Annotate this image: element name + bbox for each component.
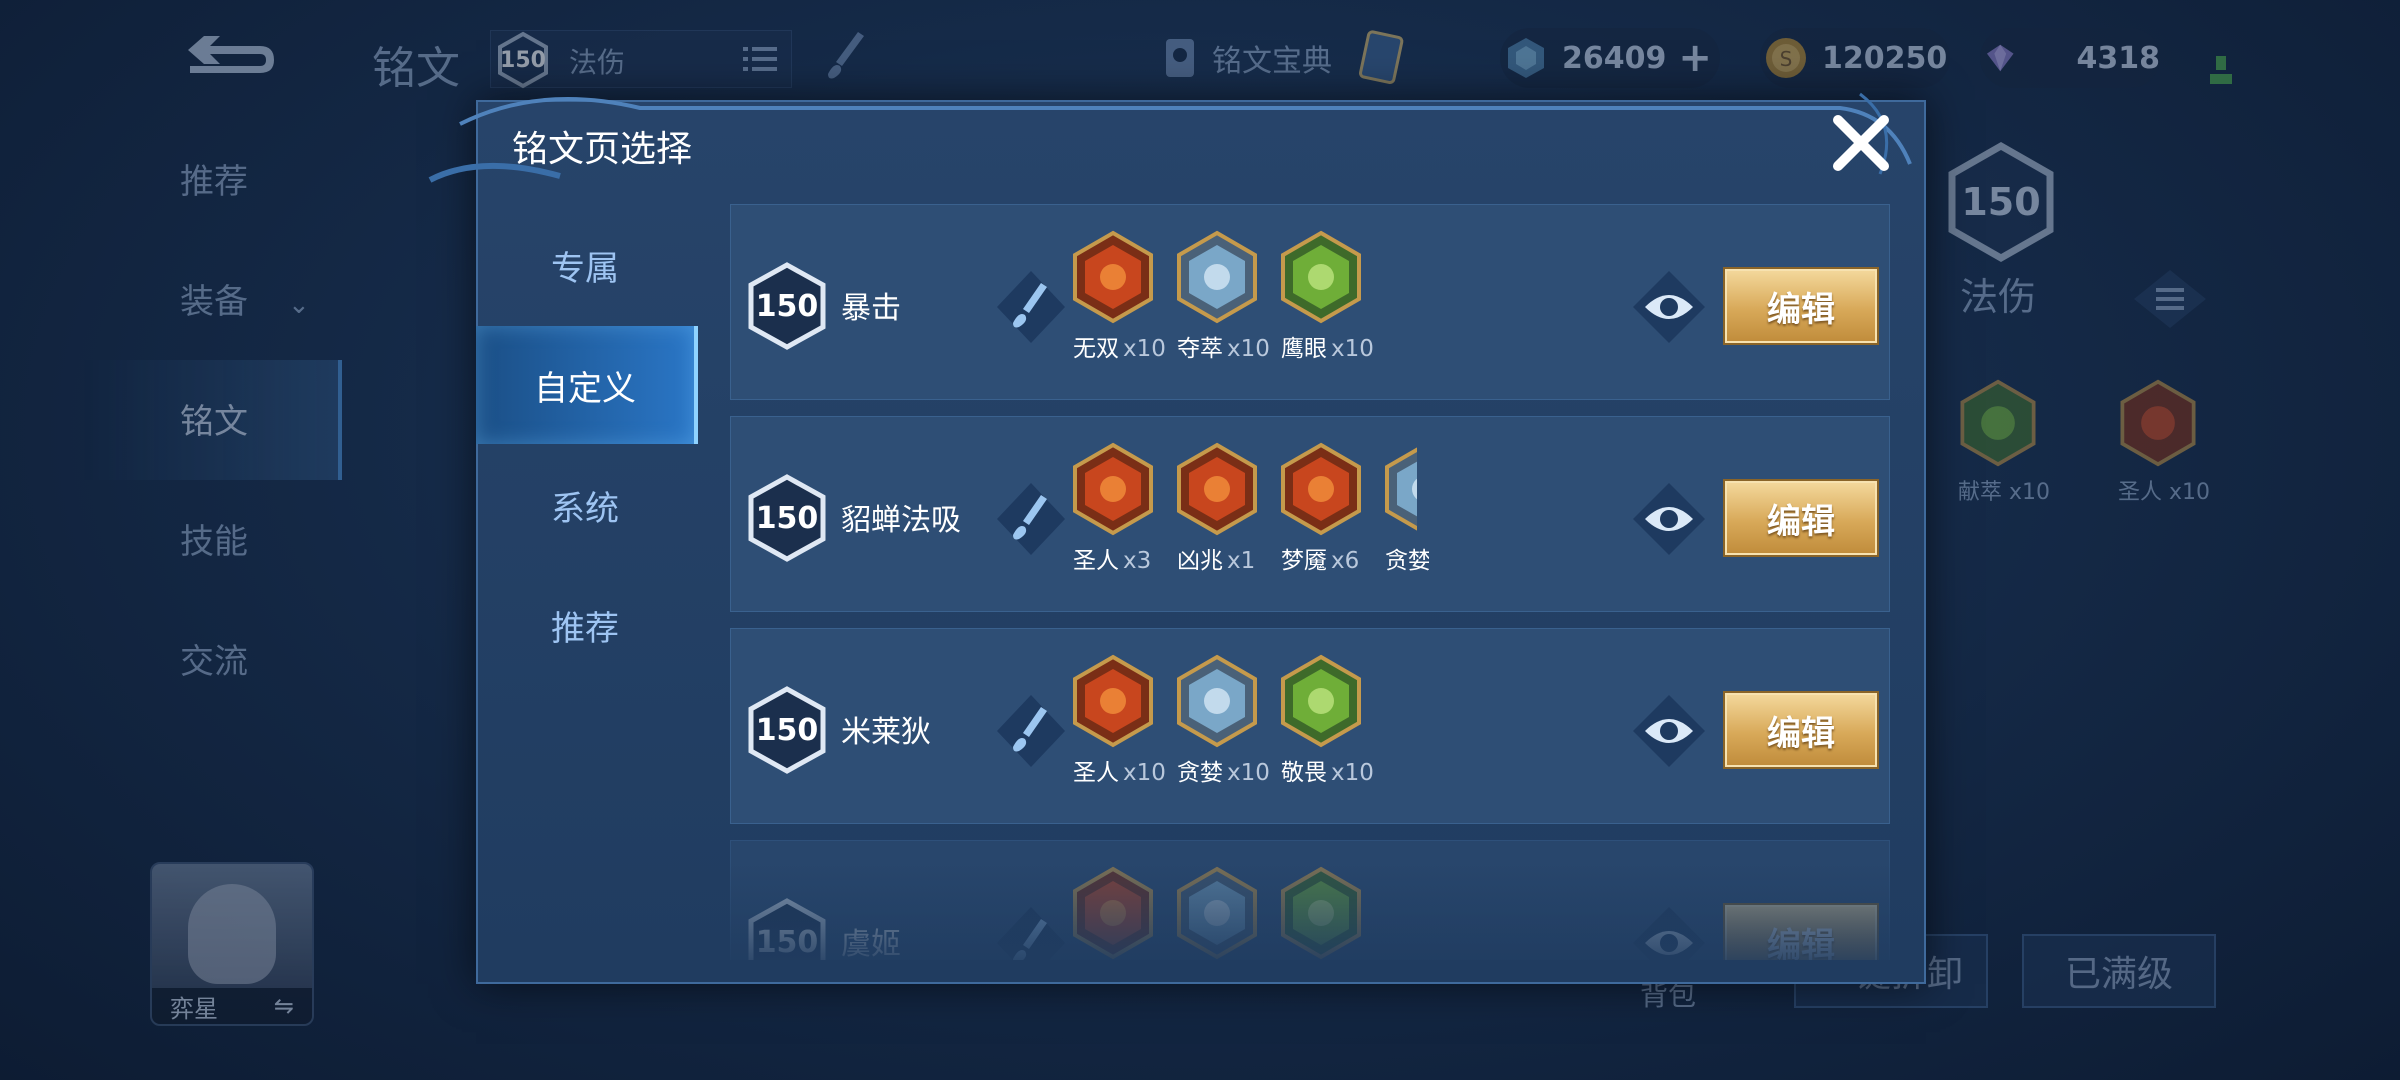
brush-icon[interactable] (993, 267, 1069, 347)
maxed-button: 已满级 (2022, 934, 2216, 1008)
green-rune-icon (1960, 379, 2036, 467)
red-rune-icon[interactable] (1175, 441, 1259, 537)
rune-label: 凶兆 x1 (1177, 548, 1256, 574)
rune-label: 夺萃 x10 (1177, 336, 1270, 362)
level-badge: 150 (747, 685, 827, 775)
rune-label: 贪婪 x10 (1177, 760, 1270, 786)
sidenav-item-chat[interactable]: 交流 (180, 634, 248, 683)
tab-exclusive[interactable]: 专属 (476, 206, 694, 324)
edit-button[interactable]: 编辑 (1725, 481, 1877, 555)
green-rune-icon[interactable] (1279, 229, 1363, 325)
rune-page-row[interactable]: 150 貂蝉法吸圣人 x3 凶兆 x1 梦魇 x6 贪婪 编辑 (730, 416, 1890, 612)
hero-name: 弈星 (170, 994, 218, 1023)
red-rune-icon[interactable] (1071, 441, 1155, 537)
right-rune-1: 献萃 x10 (1958, 378, 2050, 506)
codex-icon (1166, 39, 1194, 77)
rune-page-select[interactable]: 150 法伤 (490, 30, 792, 89)
preview-button[interactable] (1631, 905, 1707, 960)
edit-button[interactable]: 编辑 (1725, 693, 1877, 767)
level-badge: 150 (747, 261, 827, 351)
red-rune-icon[interactable] (1279, 441, 1363, 537)
brush-icon[interactable] (993, 479, 1069, 559)
rune-label: 贪婪 (1385, 548, 1429, 574)
level-badge: 150 (497, 31, 549, 89)
tab-recommend[interactable]: 推荐 (476, 566, 694, 684)
back-arrow-icon (188, 36, 274, 73)
rune-label: 圣人 x3 (1073, 548, 1152, 574)
close-icon (1833, 115, 1889, 171)
eye-icon (1633, 695, 1705, 767)
rune-label: 圣人 x10 (1073, 760, 1166, 786)
sidenav-item-runes[interactable]: 铭文 (180, 394, 248, 443)
green-rune-icon[interactable] (1279, 653, 1363, 749)
brush-icon[interactable] (993, 691, 1069, 771)
rune-label: 鹰眼 x10 (1281, 336, 1374, 362)
red-rune-icon (2120, 379, 2196, 467)
rune-label: 无双 x10 (1073, 336, 1166, 362)
red-rune-icon[interactable] (1071, 653, 1155, 749)
right-label: 法伤 (1960, 275, 2037, 319)
sidenav-item-equipment[interactable]: 装备 ⌄ (180, 274, 310, 323)
preview-button[interactable] (1631, 269, 1707, 345)
hero-avatar[interactable]: 弈星 ⇋ (150, 862, 314, 1026)
rune-page-row[interactable]: 150 暴击无双 x10 夺萃 x10 鹰眼 x10 编辑 (730, 204, 1890, 400)
currency-gold: S 120250 (1760, 28, 1950, 88)
signal-icon (2210, 40, 2232, 84)
preview-button[interactable] (1631, 693, 1707, 769)
rune-page-row[interactable]: 150 米莱狄圣人 x10 贪婪 x10 敬畏 x10 编辑 (730, 628, 1890, 824)
eye-icon (1633, 907, 1705, 960)
edit-button[interactable]: 编辑 (1725, 905, 1877, 960)
right-menu-button[interactable] (2130, 268, 2210, 330)
preview-button[interactable] (1631, 481, 1707, 557)
rune-page-list[interactable]: 150 暴击无双 x10 夺萃 x10 鹰眼 x10 编辑 150 貂蝉法吸圣人 x3 凶兆 x1 梦魇 x… (730, 204, 1890, 960)
card-icon (1359, 30, 1404, 85)
modal-title: 铭文页选择 (512, 129, 693, 170)
blue-rune-icon[interactable] (1175, 653, 1259, 749)
level-badge: 150 (747, 897, 827, 960)
page-name: 虞姬 (841, 927, 901, 960)
red-rune-icon[interactable] (1071, 865, 1155, 960)
select-label: 法伤 (569, 46, 626, 79)
gem-hex-icon (1508, 38, 1544, 78)
blue-rune-icon[interactable] (1175, 229, 1259, 325)
page-name: 貂蝉法吸 (841, 503, 961, 538)
rune-codex-button[interactable]: 铭文宝典 (1160, 28, 1460, 88)
currency-rune-fragments: 26409 + (1500, 28, 1720, 88)
eye-icon (1633, 483, 1705, 555)
level-badge: 150 (747, 473, 827, 563)
rune-label: 梦魇 x6 (1281, 548, 1360, 574)
eye-icon (1633, 271, 1705, 343)
brush-icon[interactable] (993, 903, 1069, 960)
add-icon[interactable]: + (1678, 35, 1712, 81)
green-rune-icon[interactable] (1279, 865, 1363, 960)
sidenav-item-recommend[interactable]: 推荐 (180, 154, 248, 203)
sidenav-item-skills[interactable]: 技能 (180, 514, 248, 563)
chevron-down-icon: ⌄ (288, 290, 310, 320)
close-button[interactable] (1830, 112, 1892, 174)
edit-button[interactable]: 编辑 (1725, 269, 1877, 343)
swap-icon[interactable]: ⇋ (274, 992, 294, 1020)
back-button[interactable] (180, 28, 280, 88)
gold-coin-icon: S (1766, 38, 1806, 78)
currency-diamond: 4318 (1980, 28, 2160, 88)
tab-custom[interactable]: 自定义 (476, 326, 698, 444)
list-menu-icon (743, 47, 777, 71)
rune-label: 敬畏 x10 (1281, 760, 1374, 786)
right-level-badge: 150 (1946, 140, 2056, 264)
red-rune-icon[interactable] (1071, 229, 1155, 325)
blue-rune-icon[interactable] (1383, 441, 1467, 537)
rune-page-row[interactable]: 150 虞姬 编辑 (730, 840, 1890, 960)
tab-system[interactable]: 系统 (476, 446, 694, 564)
page-name: 米莱狄 (841, 715, 931, 750)
page-name: 暴击 (841, 291, 901, 326)
blue-rune-icon[interactable] (1175, 865, 1259, 960)
diamond-icon (1986, 44, 2014, 72)
svg-text:S: S (1780, 47, 1793, 71)
brush-icon[interactable] (820, 26, 870, 86)
right-rune-2: 圣人 x10 (2118, 378, 2210, 506)
